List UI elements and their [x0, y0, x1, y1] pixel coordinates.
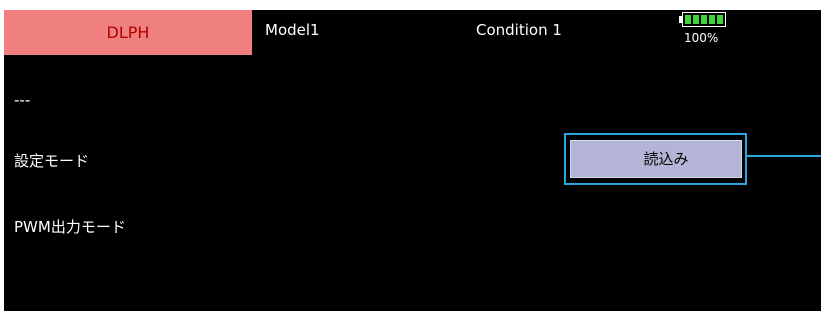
model-name[interactable]: Model1 [265, 21, 320, 39]
battery-indicator: 100% [678, 12, 738, 52]
battery-cell [709, 15, 715, 24]
transmitter-screen: DLPH Model1 Condition 1 100% --- 設定モード P… [4, 10, 821, 311]
header-bar: DLPH Model1 Condition 1 100% [4, 10, 821, 56]
placeholder-dashes: --- [14, 91, 31, 109]
battery-icon [682, 12, 726, 27]
condition-label[interactable]: Condition 1 [476, 21, 562, 39]
pwm-output-mode-label: PWM出力モード [14, 218, 126, 236]
battery-cell [693, 15, 699, 24]
battery-cell [701, 15, 707, 24]
battery-percent: 100% [684, 31, 719, 45]
callout-line [747, 155, 821, 157]
battery-cell [717, 15, 723, 24]
battery-cell [685, 15, 691, 24]
setting-mode-label: 設定モード [14, 152, 90, 170]
tab-dlph[interactable]: DLPH [4, 10, 252, 55]
read-button[interactable]: 読込み [570, 140, 742, 178]
